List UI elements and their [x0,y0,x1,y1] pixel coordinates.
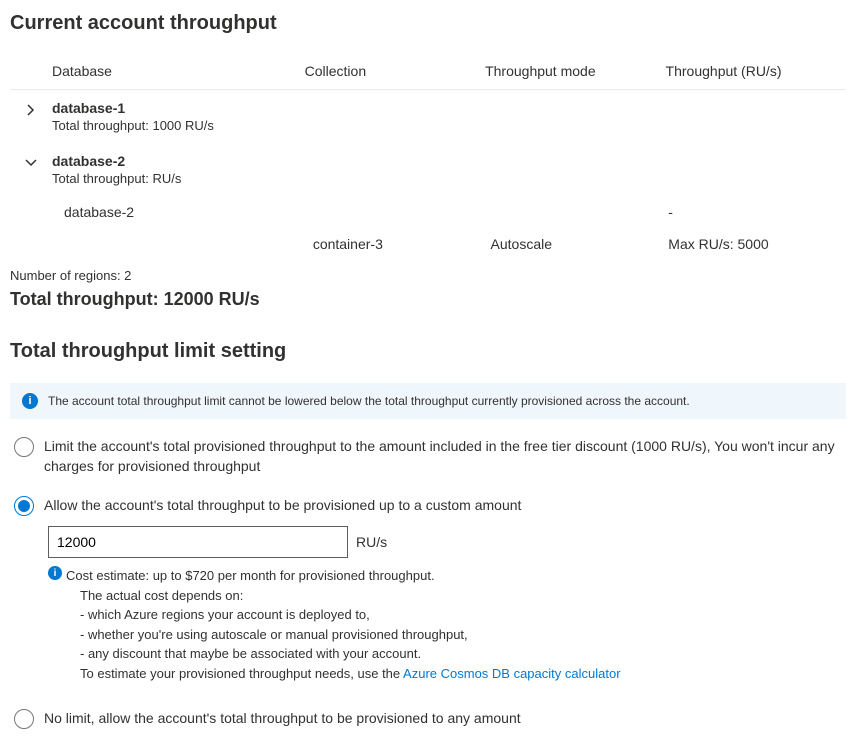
cell-collection: container-3 [313,236,491,252]
cost-line: - which Azure regions your account is de… [80,607,370,622]
radio-option-no-limit[interactable]: No limit, allow the account's total thro… [14,709,846,729]
limit-setting-title: Total throughput limit setting [10,340,846,363]
capacity-calculator-link[interactable]: Azure Cosmos DB capacity calculator [403,666,620,681]
radio-custom-amount[interactable] [14,496,34,516]
cell-mode: Autoscale [491,236,669,252]
chevron-right-icon[interactable] [10,100,52,116]
table-row: database-2 - [10,196,846,228]
database-name: database-1 [52,100,305,116]
current-throughput-title: Current account throughput [10,12,846,35]
radio-free-tier[interactable] [14,437,34,457]
total-throughput: Total throughput: 12000 RU/s [10,289,846,310]
database-subtext: Total throughput: RU/s [52,171,305,186]
database-subtext: Total throughput: 1000 RU/s [52,118,305,133]
info-icon: i [22,393,38,409]
cost-line: To estimate your provisioned throughput … [80,666,403,681]
info-icon: i [48,566,62,580]
cost-line: Cost estimate: up to $720 per month for … [66,568,435,583]
table-row: container-3 Autoscale Max RU/s: 5000 [10,228,846,260]
regions-count: Number of regions: 2 [10,268,846,283]
header-mode: Throughput mode [485,63,665,79]
cell-database: database-2 [64,204,313,220]
header-throughput: Throughput (RU/s) [666,63,846,79]
radio-label: Limit the account's total provisioned th… [44,437,846,476]
radio-option-custom[interactable]: Allow the account's total throughput to … [14,496,846,516]
info-banner: i The account total throughput limit can… [10,383,846,419]
database-name: database-2 [52,153,305,169]
throughput-table-header: Database Collection Throughput mode Thro… [10,55,846,90]
cost-estimate: i Cost estimate: up to $720 per month fo… [48,566,846,683]
cell-throughput: Max RU/s: 5000 [668,236,846,252]
header-database: Database [52,63,305,79]
database-row[interactable]: database-1 Total throughput: 1000 RU/s [10,90,846,143]
custom-amount-input[interactable] [48,526,348,558]
chevron-down-icon[interactable] [10,153,52,169]
cost-line: - whether you're using autoscale or manu… [80,627,468,642]
radio-label: No limit, allow the account's total thro… [44,709,521,729]
info-banner-text: The account total throughput limit canno… [48,394,690,408]
unit-label: RU/s [356,534,387,550]
cost-line: The actual cost depends on: [80,588,243,603]
radio-no-limit[interactable] [14,709,34,729]
radio-label: Allow the account's total throughput to … [44,496,521,516]
radio-option-free-tier[interactable]: Limit the account's total provisioned th… [14,437,846,476]
cost-line: - any discount that maybe be associated … [80,646,421,661]
cell-throughput: - [668,204,846,220]
database-row[interactable]: database-2 Total throughput: RU/s [10,143,846,196]
header-collection: Collection [305,63,485,79]
